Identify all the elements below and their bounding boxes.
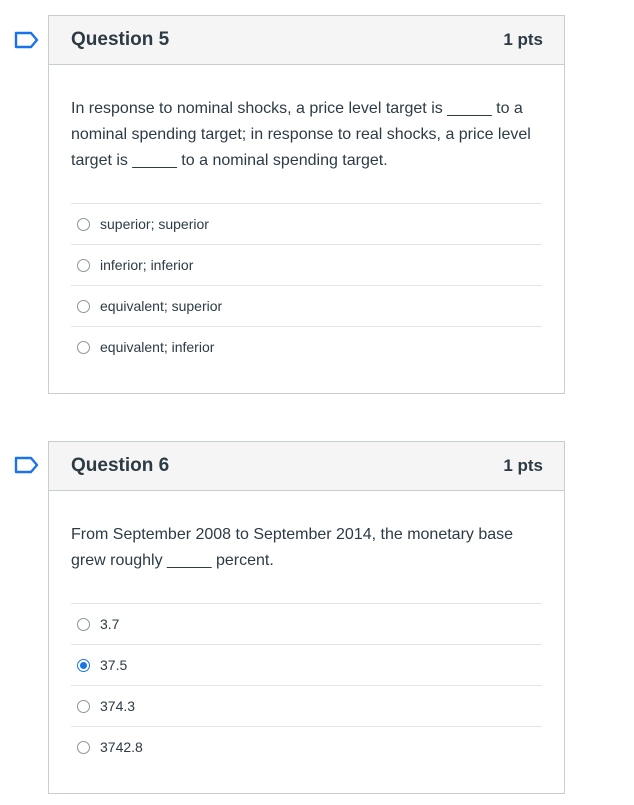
answer-label: 3742.8: [100, 739, 143, 755]
question-text: From September 2008 to September 2014, t…: [71, 526, 514, 569]
answer-list: superior; superior inferior; inferior eq…: [71, 203, 542, 367]
question-title: Question 5: [71, 29, 170, 50]
answer-label: equivalent; superior: [100, 298, 223, 314]
radio-button[interactable]: [77, 699, 90, 713]
answer-option[interactable]: inferior; inferior: [71, 244, 542, 285]
radio-button[interactable]: [77, 617, 90, 631]
flag-icon[interactable]: [14, 31, 40, 49]
radio-button[interactable]: [77, 299, 90, 313]
question-header: Question 5 1 pts: [49, 16, 564, 65]
question-points: 1 pts: [503, 30, 543, 49]
answer-option[interactable]: equivalent; inferior: [71, 326, 542, 367]
answer-option[interactable]: superior; superior: [71, 203, 542, 244]
answer-option[interactable]: 3742.8: [71, 726, 542, 767]
question-points: 1 pts: [503, 456, 543, 475]
question-5: Question 5 1 pts In response to nominal …: [48, 15, 565, 394]
answer-option[interactable]: 37.5: [71, 644, 542, 685]
answer-label: 3.7: [100, 616, 120, 632]
question-text: In response to nominal shocks, a price l…: [71, 100, 531, 169]
answer-label: equivalent; inferior: [100, 339, 215, 355]
answer-label: 374.3: [100, 698, 136, 714]
question-header: Question 6 1 pts: [49, 442, 564, 491]
question-6: Question 6 1 pts From September 2008 to …: [48, 441, 565, 794]
answer-option[interactable]: equivalent; superior: [71, 285, 542, 326]
answer-option[interactable]: 374.3: [71, 685, 542, 726]
answer-label: inferior; inferior: [100, 257, 194, 273]
answer-option[interactable]: 3.7: [71, 603, 542, 644]
radio-button[interactable]: [77, 340, 90, 354]
answer-list: 3.7 37.5 374.3 3742.8: [71, 603, 542, 767]
radio-button[interactable]: [77, 217, 90, 231]
answer-label: 37.5: [100, 657, 128, 673]
radio-button[interactable]: [77, 740, 90, 754]
radio-button[interactable]: [77, 258, 90, 272]
flag-icon[interactable]: [14, 456, 40, 474]
question-title: Question 6: [71, 455, 170, 476]
radio-button-selected[interactable]: [77, 658, 90, 672]
answer-label: superior; superior: [100, 216, 209, 232]
